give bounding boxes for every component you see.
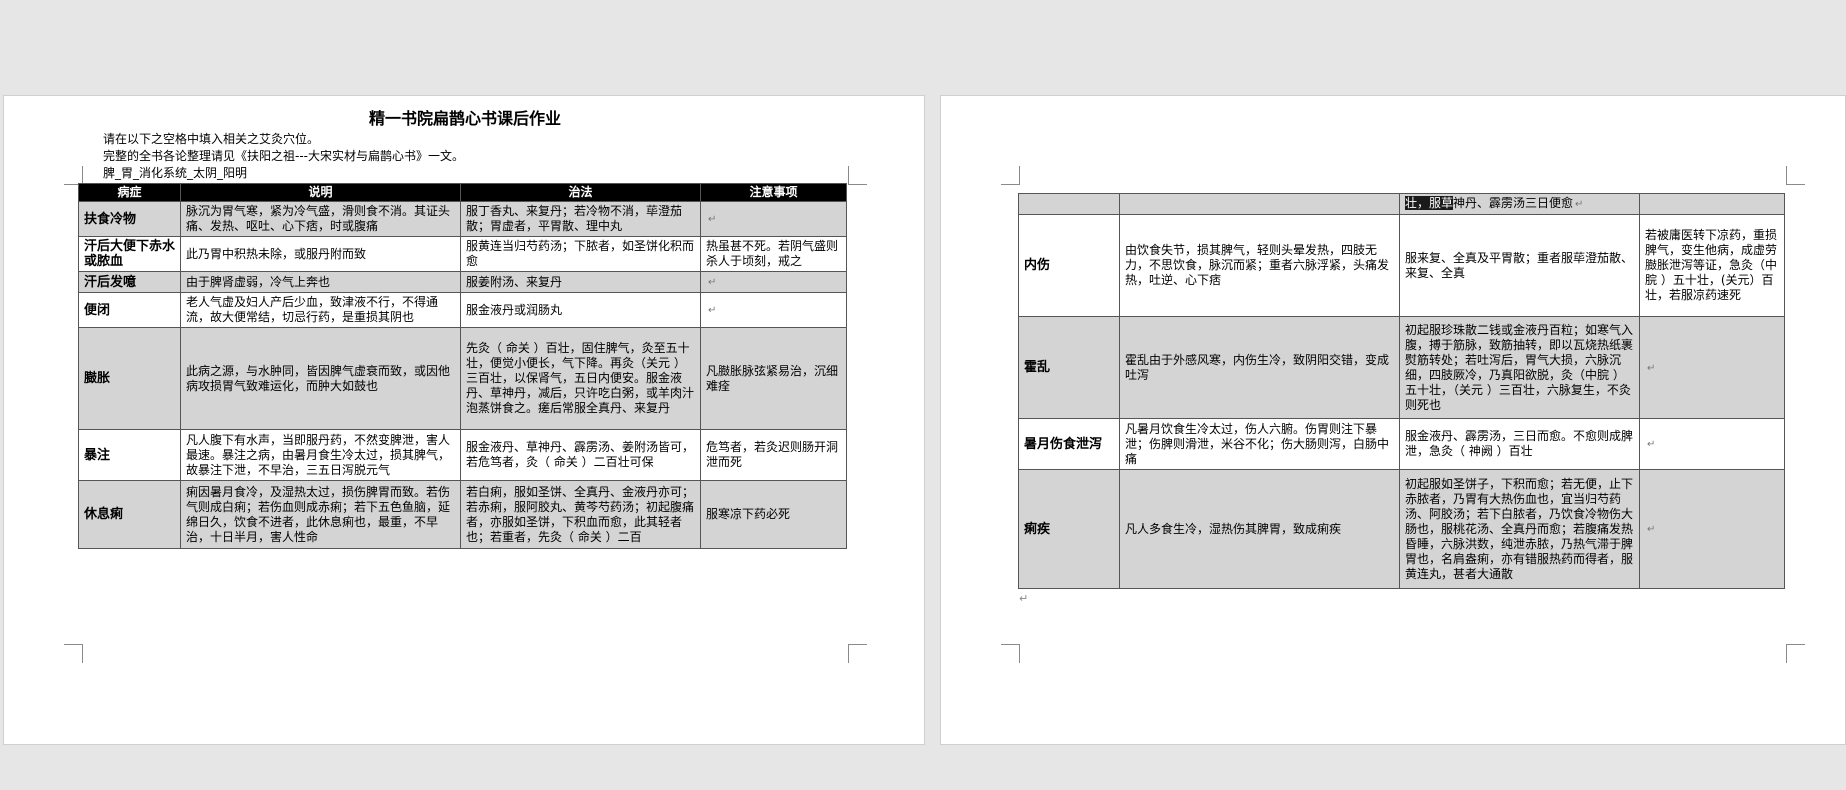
crop-mark (1001, 166, 1020, 185)
symptom-desc[interactable]: 此病之源，与水肿同，皆因脾气虚衰而致，或因他病攻损胃气致难运化，而肿大如鼓也 (180, 327, 461, 430)
symptom-desc[interactable]: 由饮食失节，损其脾气，轻则头晕发热，四肢无力，不思饮食，脉沉而紧；重者六脉浮紧，… (1119, 214, 1400, 317)
intro-line[interactable]: 完整的全书各论整理请见《扶阳之祖---大宋实材与扁鹊心书》一文。 (103, 148, 464, 165)
symptom-treatment[interactable]: 服黄连当归芍药汤；下脓者，如圣饼化积而愈 (460, 236, 701, 272)
crop-mark (1786, 166, 1805, 185)
symptom-note[interactable]: 凡臌胀脉弦紧易治，沉细难痊 (700, 327, 847, 430)
symptom-desc[interactable]: 此乃胃中积热未除，或服丹附而致 (180, 236, 461, 272)
symptom-treatment[interactable]: 服金液丹或润肠丸 (460, 292, 701, 328)
table-row: 便闭 老人气虚及妇人产后少血，致津液不行，不得通流，故大便常结，切忌行药，是重损… (78, 292, 847, 328)
symptom-table-right: 壮，服草神丹、霹雳汤三日便愈 ↵ 内伤 由饮食失节，损其脾气，轻则头晕发热，四肢无… (1018, 193, 1785, 589)
symptom-treatment[interactable]: 服金液丹、草神丹、霹雳汤、姜附汤皆可，若危笃者，灸（ 命关 ）二百壮可保 (460, 429, 701, 481)
symptom-name[interactable]: 休息痢 (78, 480, 181, 549)
intro-line[interactable]: 请在以下之空格中填入相关之艾灸穴位。 (103, 131, 464, 148)
table-row-continued: 壮，服草神丹、霹雳汤三日便愈 ↵ (1018, 193, 1785, 215)
crop-mark (1786, 644, 1805, 663)
symptom-desc[interactable]: 痢因暑月食冷，及湿热太过，损伤脾胃而致。若伤气则成白痢；若伤血则成赤痢；若下五色… (180, 480, 461, 549)
symptom-desc[interactable]: 凡人腹下有水声，当即服丹药，不然变脾泄，害人最速。暴注之病，由暑月食生冷太过，损… (180, 429, 461, 481)
table-row: 暑月伤食泄泻 凡暑月饮食生冷太过，伤人六腑。伤胃则注下暴泄；伤脾则滑泄，米谷不化… (1018, 418, 1785, 470)
continued-treatment[interactable]: 壮，服草神丹、霹雳汤三日便愈 ↵ (1399, 193, 1640, 215)
crop-mark (64, 644, 83, 663)
table-row: 臌胀 此病之源，与水肿同，皆因脾气虚衰而致，或因他病攻损胃气致难运化，而肿大如鼓… (78, 327, 847, 430)
symptom-treatment[interactable]: 初起服如圣饼子，下积而愈；若无便，止下赤脓者，乃胃有大热伤血也，宜当归芍药汤、阿… (1399, 469, 1640, 589)
table-row: 内伤 由饮食失节，损其脾气，轻则头晕发热，四肢无力，不思饮食，脉沉而紧；重者六脉… (1018, 214, 1785, 317)
symptom-note[interactable]: ↵ (1639, 418, 1785, 470)
crop-mark (1001, 644, 1020, 663)
symptom-note[interactable]: 热虽甚不死。若阴气盛则杀人于顷刻，戒之 (700, 236, 847, 272)
symptom-note[interactable]: ↵ (700, 292, 847, 328)
table-row: 汗后大便下赤水或脓血 此乃胃中积热未除，或服丹附而致 服黄连当归芍药汤；下脓者，… (78, 236, 847, 272)
symptom-desc[interactable]: 由于脾肾虚弱，冷气上奔也 (180, 271, 461, 293)
symptom-name[interactable]: 汗后大便下赤水或脓血 (78, 236, 181, 272)
table-row: 汗后发噫 由于脾肾虚弱，冷气上奔也 服姜附汤、来复丹 ↵ (78, 271, 847, 293)
continued-cell (1639, 193, 1785, 215)
symptom-desc[interactable]: 老人气虚及妇人产后少血，致津液不行，不得通流，故大便常结，切忌行药，是重损其阴也 (180, 292, 461, 328)
symptom-desc[interactable]: 凡暑月饮食生冷太过，伤人六腑。伤胃则注下暴泄；伤脾则滑泄，米谷不化；伤大肠则泻，… (1119, 418, 1400, 470)
symptom-treatment[interactable]: 初起服珍珠散二钱或金液丹百粒；如寒气入腹，搏于筋脉，致筋抽转，即以瓦烧热纸裹熨筋… (1399, 316, 1640, 419)
symptom-treatment[interactable]: 先灸（ 命关 ）百壮，固住脾气，灸至五十壮，便觉小便长，气下降。再灸（关元 ）三… (460, 327, 701, 430)
column-header-explanation[interactable]: 说明 (180, 183, 461, 202)
symptom-note[interactable]: 服寒凉下药必死 (700, 480, 847, 549)
symptom-name[interactable]: 暑月伤食泄泻 (1018, 418, 1120, 470)
column-header-caution[interactable]: 注意事项 (700, 183, 847, 202)
symptom-treatment[interactable]: 服丁香丸、来复丹；若冷物不消，荜澄茄散；胃虚者，平胃散、理中丸 (460, 201, 701, 237)
symptom-note[interactable]: ↵ (700, 201, 847, 237)
symptom-note[interactable]: ↵ (1639, 469, 1785, 589)
symptom-name[interactable]: 暴注 (78, 429, 181, 481)
symptom-name[interactable]: 霍乱 (1018, 316, 1120, 419)
intro-line[interactable]: 脾_胃_消化系统_太阴_阳明 (103, 165, 464, 182)
table-row: 扶食冷物 脉沉为胃气寒，紧为冷气盛，滑则食不消。其证头痛、发热、呕吐、心下痞，时… (78, 201, 847, 237)
table-row: 痢疾 凡人多食生冷，湿热伤其脾胃，致成痢疾 初起服如圣饼子，下积而愈；若无便，止… (1018, 469, 1785, 589)
continued-cell (1119, 193, 1400, 215)
column-header-symptom[interactable]: 病症 (78, 183, 181, 202)
symptom-treatment[interactable]: 服姜附汤、来复丹 (460, 271, 701, 293)
column-header-treatment[interactable]: 治法 (460, 183, 701, 202)
symptom-name[interactable]: 扶食冷物 (78, 201, 181, 237)
symptom-table-left: 病症 说明 治法 注意事项 扶食冷物 脉沉为胃气寒，紧为冷气盛，滑则食不消。其证… (78, 183, 847, 549)
document-page-right: 壮，服草神丹、霹雳汤三日便愈 ↵ 内伤 由饮食失节，损其脾气，轻则头晕发热，四肢无… (940, 95, 1846, 745)
symptom-note[interactable]: ↵ (700, 271, 847, 293)
symptom-treatment[interactable]: 若白痢，服如圣饼、全真丹、金液丹亦可；若赤痢，服阿胶丸、黄芩芍药汤；初起腹痛者，… (460, 480, 701, 549)
symptom-treatment[interactable]: 服金液丹、霹雳汤，三日而愈。不愈则成脾泄，急灸（ 神阙 ）百壮 (1399, 418, 1640, 470)
paragraph-mark: ↵ (1019, 592, 1029, 605)
symptom-note[interactable]: 危笃者，若灸迟则肠开洞泄而死 (700, 429, 847, 481)
symptom-desc[interactable]: 脉沉为胃气寒，紧为冷气盛，滑则食不消。其证头痛、发热、呕吐、心下痞，时或腹痛 (180, 201, 461, 237)
symptom-desc[interactable]: 凡人多食生冷，湿热伤其脾胃，致成痢疾 (1119, 469, 1400, 589)
symptom-desc[interactable]: 霍乱由于外感风寒，内伤生冷，致阴阳交错，变成吐泻 (1119, 316, 1400, 419)
table-row: 霍乱 霍乱由于外感风寒，内伤生冷，致阴阳交错，变成吐泻 初起服珍珠散二钱或金液丹… (1018, 316, 1785, 419)
document-title[interactable]: 精一书院扁鹊心书课后作业 (80, 105, 850, 129)
symptom-name[interactable]: 汗后发噫 (78, 271, 181, 293)
symptom-name[interactable]: 痢疾 (1018, 469, 1120, 589)
table-row: 休息痢 痢因暑月食冷，及湿热太过，损伤脾胃而致。若伤气则成白痢；若伤血则成赤痢；… (78, 480, 847, 549)
symptom-note[interactable]: ↵ (1639, 316, 1785, 419)
selected-text[interactable]: 壮，服草 (1405, 196, 1454, 210)
symptom-name[interactable]: 内伤 (1018, 214, 1120, 317)
table-row: 暴注 凡人腹下有水声，当即服丹药，不然变脾泄，害人最速。暴注之病，由暑月食生冷太… (78, 429, 847, 481)
crop-mark (848, 644, 867, 663)
symptom-note[interactable]: 若被庸医转下凉药，重损脾气，变生他病，成虚劳臌胀泄泻等证，急灸（中脘 ）五十壮，… (1639, 214, 1785, 317)
symptom-name[interactable]: 臌胀 (78, 327, 181, 430)
symptom-treatment[interactable]: 服来复、全真及平胃散；重者服荜澄茄散、来复、全真 (1399, 214, 1640, 317)
intro-block: 请在以下之空格中填入相关之艾灸穴位。 完整的全书各论整理请见《扶阳之祖---大宋… (103, 131, 464, 182)
crop-mark (848, 166, 867, 185)
continued-cell (1018, 193, 1120, 215)
symptom-name[interactable]: 便闭 (78, 292, 181, 328)
